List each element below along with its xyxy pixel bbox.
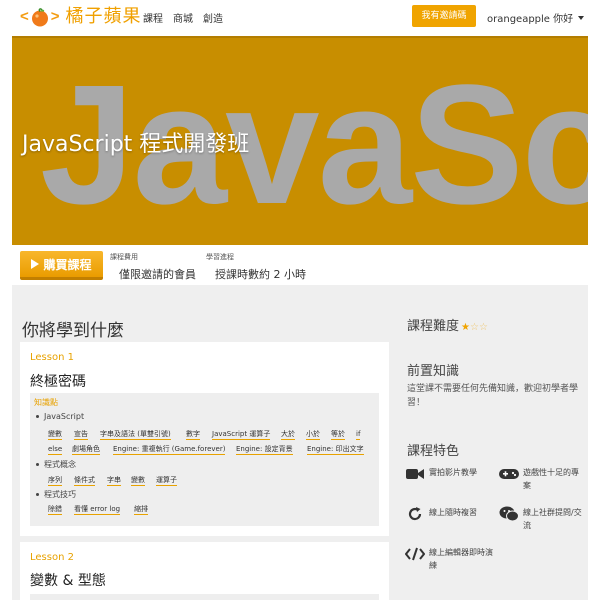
wechat-chat-icon — [499, 506, 519, 522]
nav-link-create[interactable]: 創造 — [203, 10, 223, 25]
feature-item: 線上編輯器即時演練 — [405, 546, 495, 572]
refresh-icon — [405, 506, 425, 522]
kp-tag[interactable]: 字串 — [107, 475, 121, 486]
kp-tag[interactable]: 運算子 — [156, 475, 177, 486]
nav-link-courses[interactable]: 課程 — [143, 10, 163, 25]
logo-text: 橘子蘋果 — [65, 6, 142, 27]
logo-right-bracket: > — [50, 8, 60, 25]
course-fee-value: 僅限邀請的會員 — [119, 268, 196, 281]
kp-category: 程式概念 — [36, 459, 76, 470]
kp-tag[interactable]: else — [48, 444, 63, 455]
lesson-title: 變數 & 型態 — [30, 573, 106, 589]
kp-tag[interactable]: 條件式 — [74, 475, 95, 486]
kp-tag[interactable]: 劇場角色 — [72, 444, 100, 455]
course-fee-label: 課程費用 — [110, 253, 138, 261]
feature-item: 線上社群提問/交流 — [499, 506, 584, 532]
bullet-icon — [36, 415, 39, 418]
star-filled-icon: ★ — [461, 322, 470, 333]
lesson-card: Lesson 2 變數 & 型態 — [20, 542, 389, 600]
kp-tag[interactable]: 小於 — [306, 429, 320, 440]
star-empty-icon: ☆ — [478, 322, 488, 333]
lesson-title: 終極密碼 — [30, 374, 86, 390]
feature-text: 線上編輯器即時演練 — [429, 548, 493, 570]
bullet-icon — [36, 463, 39, 466]
feature-item: 遊戲性十足的專案 — [499, 466, 584, 492]
learning-progress-label: 學習進程 — [206, 253, 234, 261]
kp-tag[interactable]: 序列 — [48, 475, 62, 486]
feature-text: 遊戲性十足的專案 — [523, 468, 579, 490]
knowledge-points-box: 知識點 JavaScript 變數 宣告 字串及語法 (單雙引號) 數字 Jav… — [30, 393, 379, 526]
top-navbar: < > 橘子蘋果 課程 商城 創造 我有邀請碼 orangeapple 你好 — [0, 0, 600, 34]
kp-tag[interactable]: Engine: 設定背景 — [236, 444, 293, 455]
kp-category: 程式技巧 — [36, 489, 76, 500]
course-hero-banner: JavaScri JavaScript 程式開發班 — [12, 36, 588, 245]
kp-tag[interactable]: 等於 — [331, 429, 345, 440]
gamepad-icon — [499, 466, 519, 482]
buy-course-label: 購買課程 — [43, 257, 92, 272]
kp-tag[interactable]: 縮排 — [134, 504, 148, 515]
nav-link-shop[interactable]: 商城 — [173, 10, 193, 25]
feature-text: 實拍影片教學 — [429, 468, 477, 477]
kp-category: JavaScript — [36, 412, 84, 421]
section-title: 你將學到什麼 — [22, 321, 124, 341]
nav-links: 課程 商城 創造 — [143, 10, 223, 25]
feature-text: 線上社群提問/交流 — [523, 508, 582, 530]
prerequisite-heading: 前置知識 — [407, 364, 460, 379]
kp-tag[interactable]: Engine: 印出文字 — [307, 444, 364, 455]
buy-course-button[interactable]: 購買課程 — [20, 251, 103, 280]
kp-tag[interactable]: 數字 — [186, 429, 200, 440]
user-menu[interactable]: orangeapple 你好 — [487, 10, 585, 25]
knowledge-points-label: 知識點 — [34, 398, 58, 407]
bullet-icon — [36, 493, 39, 496]
kp-tag[interactable]: JavaScript 運算子 — [212, 429, 271, 440]
play-icon — [31, 259, 40, 269]
kp-tag[interactable]: if — [356, 429, 361, 440]
difficulty-heading: 課程難度 ★☆☆ — [407, 319, 488, 334]
invite-code-button[interactable]: 我有邀請碼 — [412, 5, 476, 27]
star-empty-icon: ☆ — [469, 322, 479, 333]
orange-fruit-icon — [31, 8, 48, 27]
prerequisite-text: 這堂課不需要任何先備知識，歡迎初學者學習！ — [407, 384, 579, 408]
lesson-label: Lesson 1 — [30, 352, 74, 363]
kp-tag[interactable]: Engine: 重複執行 (Game.forever) — [113, 444, 226, 455]
lesson-label: Lesson 2 — [30, 552, 74, 563]
difficulty-stars: ★☆☆ — [461, 322, 488, 333]
feature-item: 實拍影片教學 — [405, 466, 495, 482]
feature-item: 線上隨時複習 — [405, 506, 495, 522]
video-camera-icon — [405, 466, 425, 482]
course-fee-info: 課程費用 僅限邀請的會員 — [110, 252, 196, 282]
caret-down-icon — [578, 15, 585, 20]
user-name: orangeapple 你好 — [487, 14, 574, 25]
kp-tag[interactable]: 變數 — [48, 429, 62, 440]
learning-progress-info: 學習進程 授課時數約 2 小時 — [206, 252, 306, 282]
knowledge-points-box — [30, 594, 379, 600]
site-logo[interactable]: < > 橘子蘋果 — [20, 5, 142, 29]
kp-tag[interactable]: 宣告 — [74, 429, 88, 440]
course-title: JavaScript 程式開發班 — [22, 132, 250, 157]
lesson-card: Lesson 1 終極密碼 知識點 JavaScript 變數 宣告 字串及語法… — [20, 342, 389, 536]
logo-left-bracket: < — [20, 8, 29, 25]
kp-tag[interactable]: 看懂 error log — [74, 504, 121, 515]
kp-tag[interactable]: 除錯 — [48, 504, 62, 515]
feature-text: 線上隨時複習 — [429, 508, 477, 517]
learning-progress-value: 授課時數約 2 小時 — [215, 268, 306, 281]
code-icon — [405, 546, 425, 562]
kp-tag[interactable]: 大於 — [281, 429, 295, 440]
kp-tag[interactable]: 字串及語法 (單雙引號) — [100, 429, 171, 440]
kp-tag[interactable]: 變數 — [131, 475, 145, 486]
features-heading: 課程特色 — [407, 444, 460, 459]
